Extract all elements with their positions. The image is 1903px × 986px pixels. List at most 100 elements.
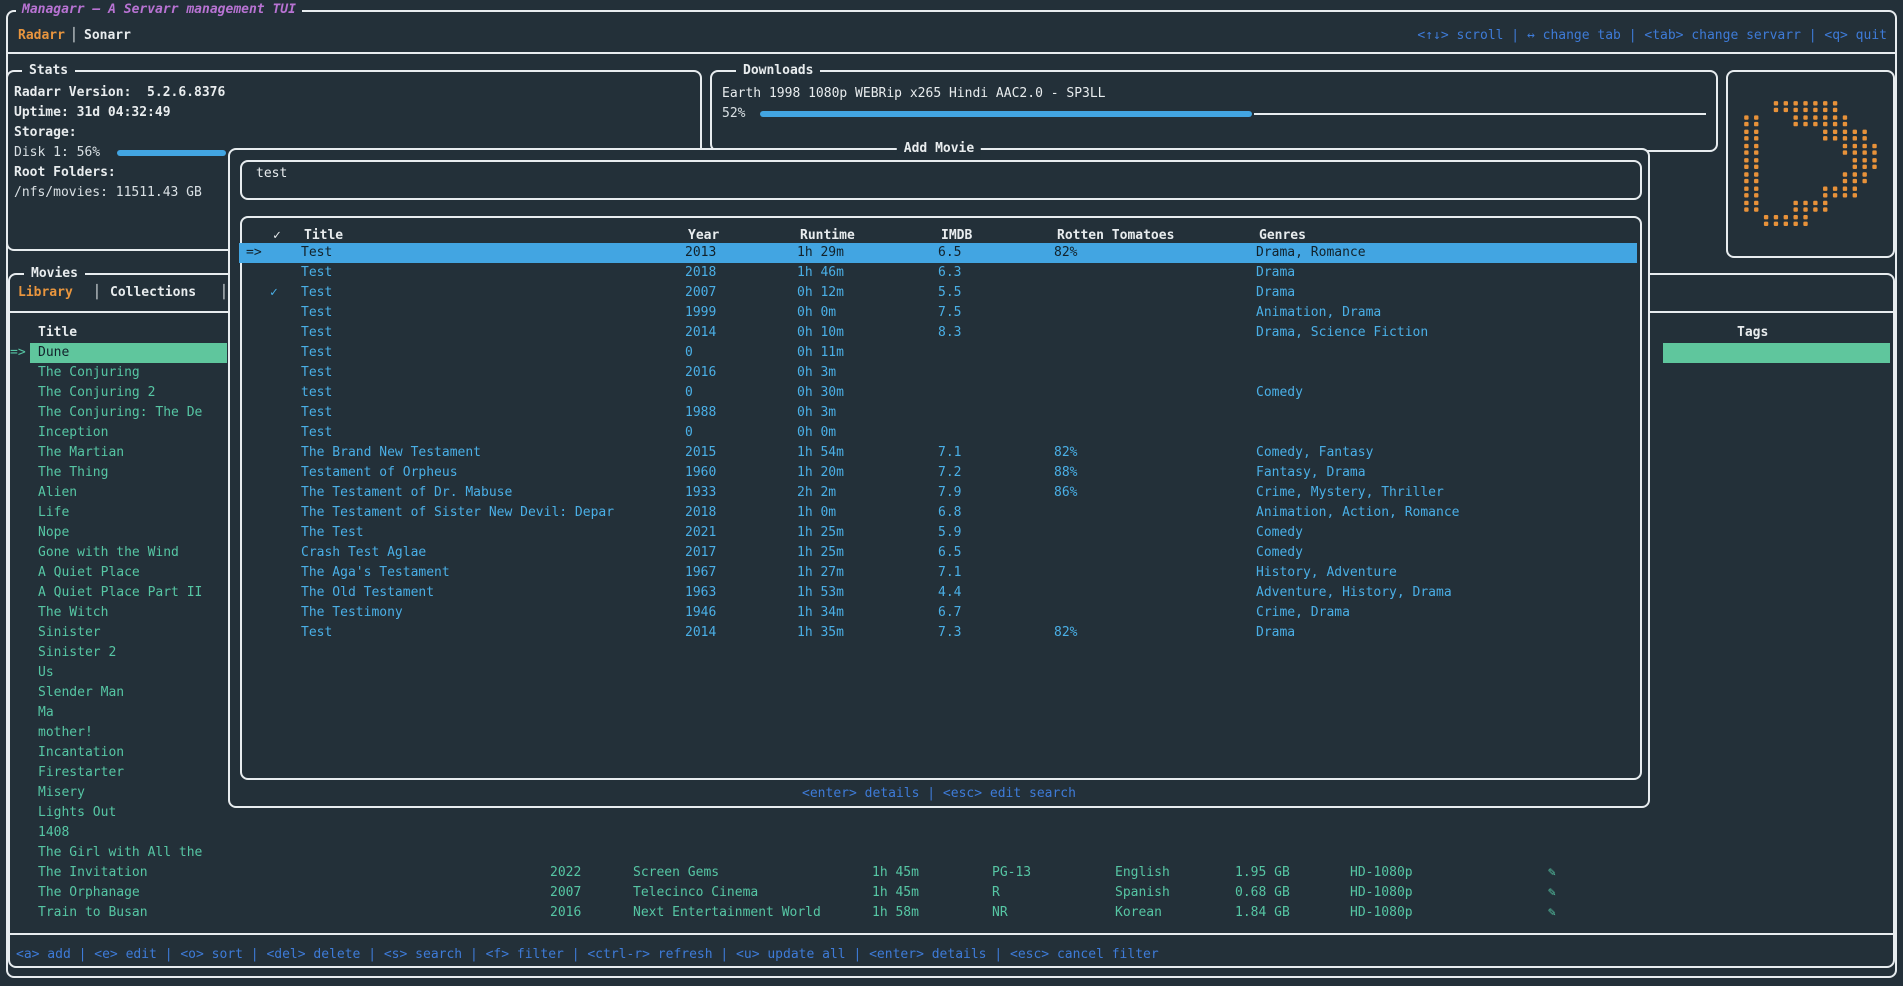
library-item[interactable]: Firestarter [8, 763, 228, 783]
library-item[interactable]: Inception [8, 423, 228, 443]
storage-label: Storage: [14, 123, 77, 143]
result-genres: Fantasy, Drama [1256, 463, 1366, 483]
library-item[interactable]: Lights Out [8, 803, 228, 823]
download-percent: 52% [722, 104, 745, 124]
result-row[interactable]: Crash Test Aglae20171h 25m6.5Comedy [239, 543, 1637, 563]
result-row[interactable]: The Old Testament19631h 53m4.4Adventure,… [239, 583, 1637, 603]
result-row[interactable]: Test20141h 35m7.382%Drama [239, 623, 1637, 643]
downloads-panel-title: Downloads [736, 61, 820, 81]
library-item[interactable]: The Conjuring [8, 363, 228, 383]
download-progress-remainder [1254, 113, 1706, 115]
library-item[interactable]: The Girl with All the [8, 843, 228, 863]
result-row[interactable]: The Testimony19461h 34m6.7Crime, Drama [239, 603, 1637, 623]
result-row[interactable]: Test00h 0m [239, 423, 1637, 443]
movie-year: 2022 [550, 863, 581, 883]
result-row[interactable]: Test20140h 10m8.3Drama, Science Fiction [239, 323, 1637, 343]
library-item[interactable]: The Conjuring: The De [8, 403, 228, 423]
movie-detail-row[interactable]: 2007Telecinco Cinema1h 45mRSpanish0.68 G… [0, 883, 1903, 903]
movie-detail-row[interactable]: 2022Screen Gems1h 45mPG-13English1.95 GB… [0, 863, 1903, 883]
tab-collections[interactable]: Collections [110, 283, 196, 303]
result-title: Test [301, 323, 332, 343]
tags-column-header: Tags [1737, 323, 1768, 343]
library-item[interactable]: Sinister 2 [8, 643, 228, 663]
movie-runtime: 1h 45m [872, 883, 919, 903]
result-title: Test [301, 303, 332, 323]
result-imdb: 6.5 [938, 543, 961, 563]
library-item[interactable]: The Thing [8, 463, 228, 483]
result-imdb: 5.9 [938, 523, 961, 543]
library-item[interactable]: Incantation [8, 743, 228, 763]
result-genres: Animation, Drama [1256, 303, 1381, 323]
result-selection-arrow: => [246, 243, 262, 263]
library-item[interactable]: mother! [8, 723, 228, 743]
library-item-label: The Martian [30, 443, 227, 463]
movie-search-input[interactable] [254, 165, 1638, 182]
library-item[interactable]: A Quiet Place Part II [8, 583, 228, 603]
movie-detail-row[interactable]: 2016Next Entertainment World1h 58mNRKore… [0, 903, 1903, 923]
library-item[interactable]: The Martian [8, 443, 228, 463]
movie-runtime: 1h 58m [872, 903, 919, 923]
result-runtime: 1h 53m [797, 583, 844, 603]
library-item-label: The Conjuring: The De [30, 403, 227, 423]
result-row[interactable]: Test20160h 3m [239, 363, 1637, 383]
result-row[interactable]: The Test20211h 25m5.9Comedy [239, 523, 1637, 543]
result-title: Test [301, 623, 332, 643]
result-row[interactable]: The Aga's Testament19671h 27m7.1History,… [239, 563, 1637, 583]
library-item[interactable]: =>Dune [8, 343, 228, 363]
movie-certification: NR [992, 903, 1008, 923]
logo-panel [1726, 70, 1895, 258]
result-title: Crash Test Aglae [301, 543, 426, 563]
result-imdb: 6.3 [938, 263, 961, 283]
library-item[interactable]: Sinister [8, 623, 228, 643]
result-row[interactable]: Test19880h 3m [239, 403, 1637, 423]
movie-studio: Next Entertainment World [633, 903, 821, 923]
tab-library[interactable]: Library [18, 283, 73, 303]
movie-language: English [1115, 863, 1170, 883]
result-row[interactable]: test00h 30mComedy [239, 383, 1637, 403]
library-item[interactable]: Us [8, 663, 228, 683]
result-row[interactable]: Test00h 11m [239, 343, 1637, 363]
result-runtime: 1h 27m [797, 563, 844, 583]
movie-language: Spanish [1115, 883, 1170, 903]
tab-radarr[interactable]: Radarr [18, 26, 65, 46]
result-runtime: 1h 34m [797, 603, 844, 623]
header-separator [8, 52, 1895, 54]
library-item[interactable]: Ma [8, 703, 228, 723]
library-item[interactable]: Life [8, 503, 228, 523]
result-title: The Testament of Sister New Devil: Depar [301, 503, 614, 523]
result-row[interactable]: ✓Test20070h 12m5.5Drama [239, 283, 1637, 303]
modal-title: Add Movie [897, 139, 981, 159]
result-genres: Adventure, History, Drama [1256, 583, 1452, 603]
result-row[interactable]: Testament of Orpheus19601h 20m7.288%Fant… [239, 463, 1637, 483]
result-row[interactable]: The Testament of Dr. Mabuse19332h 2m7.98… [239, 483, 1637, 503]
result-row[interactable]: The Brand New Testament20151h 54m7.182%C… [239, 443, 1637, 463]
library-item[interactable]: Misery [8, 783, 228, 803]
result-row[interactable]: The Testament of Sister New Devil: Depar… [239, 503, 1637, 523]
result-genres: Drama [1256, 263, 1295, 283]
movie-studio: Telecinco Cinema [633, 883, 758, 903]
movies-tab-separator-2: │ [220, 283, 228, 303]
version-line: Radarr Version: 5.2.6.8376 [14, 83, 225, 103]
library-item[interactable]: The Witch [8, 603, 228, 623]
result-genres: Animation, Action, Romance [1256, 503, 1460, 523]
result-row[interactable]: Test20181h 46m6.3Drama [239, 263, 1637, 283]
result-row[interactable]: Test19990h 0m7.5Animation, Drama [239, 303, 1637, 323]
library-item[interactable]: 1408 [8, 823, 228, 843]
result-runtime: 1h 0m [797, 503, 836, 523]
library-item[interactable]: Slender Man [8, 683, 228, 703]
result-title: Test [301, 363, 332, 383]
tab-sonarr[interactable]: Sonarr [84, 26, 131, 46]
library-item[interactable]: Nope [8, 523, 228, 543]
library-item[interactable]: Gone with the Wind [8, 543, 228, 563]
result-row[interactable]: =>Test20131h 29m6.582%Drama, Romance [239, 243, 1637, 263]
result-year: 2021 [685, 523, 716, 543]
result-year: 1933 [685, 483, 716, 503]
result-title: Test [301, 343, 332, 363]
library-item[interactable]: A Quiet Place [8, 563, 228, 583]
library-item[interactable]: Alien [8, 483, 228, 503]
disk-usage-bar [117, 150, 226, 156]
result-rotten_tomatoes: 88% [1054, 463, 1077, 483]
bottom-keybinds: <a> add | <e> edit | <o> sort | <del> de… [16, 945, 1159, 965]
library-item[interactable]: The Conjuring 2 [8, 383, 228, 403]
library-item-label: The Conjuring [30, 363, 227, 383]
